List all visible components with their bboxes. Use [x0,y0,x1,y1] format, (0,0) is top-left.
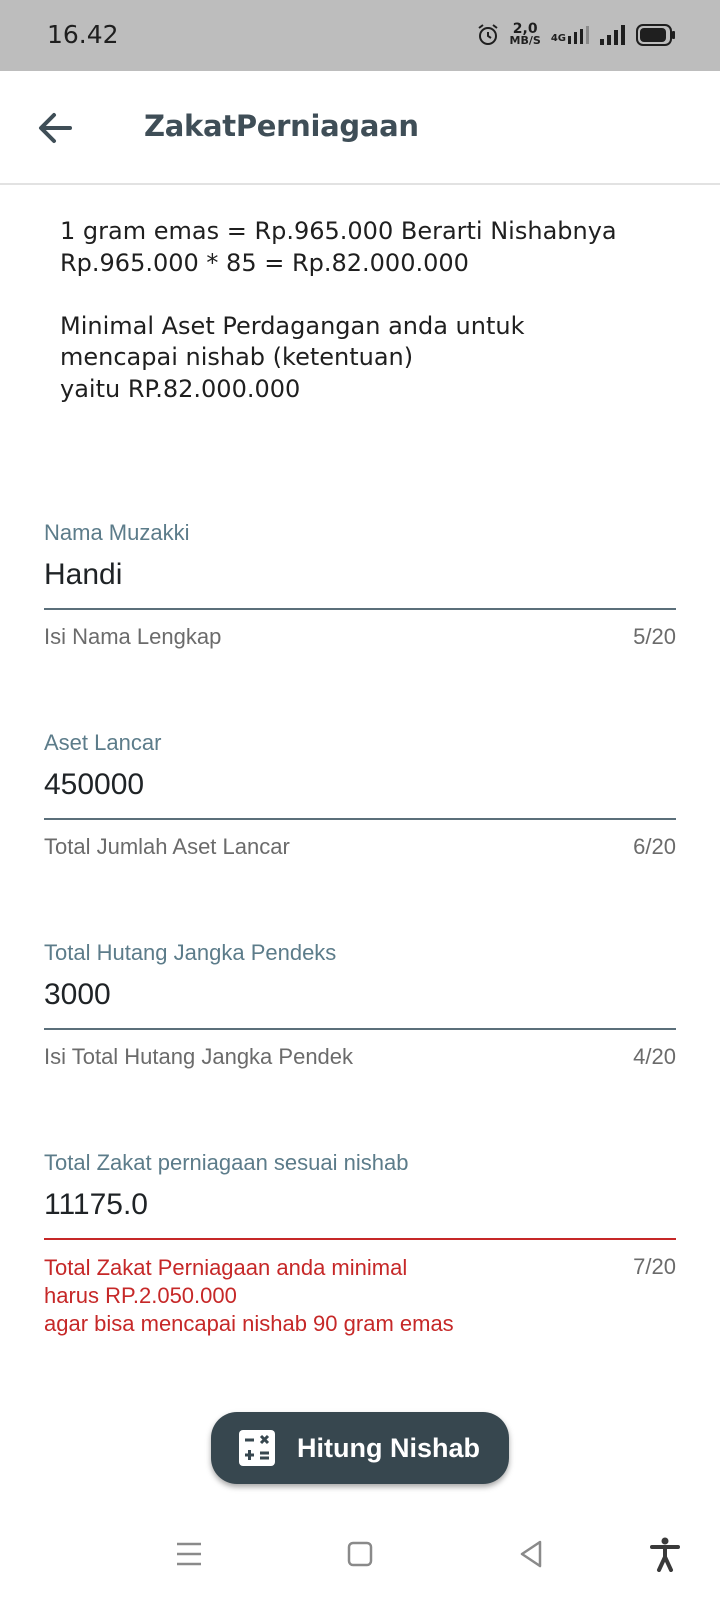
aset-lancar-field[interactable]: Aset Lancar 450000 Total Jumlah Aset Lan… [44,730,676,860]
total-zakat-input[interactable]: 11175.0 [44,1188,676,1228]
aset-lancar-input[interactable]: 450000 [44,768,676,808]
hitung-nishab-button[interactable]: Hitung Nishab [211,1412,509,1484]
alarm-icon [477,24,498,45]
home-icon[interactable] [342,1536,378,1572]
battery-icon [636,24,675,46]
input-underline [44,1028,676,1030]
network-type: 4G [550,33,566,44]
mobile-data-indicator: 4G [551,26,590,44]
field-label: Nama Muzakki [44,520,190,545]
system-navigation-bar [0,1510,720,1600]
nama-muzakki-input[interactable]: Handi [44,558,676,598]
scroll-content[interactable]: 85 gram emas. 1 gram emas = Rp.965.000 B… [0,185,720,1485]
helper-text: Total Jumlah Aset Lancar [44,834,290,859]
nishab-info-text: 85 gram emas. 1 gram emas = Rp.965.000 B… [60,217,617,403]
status-icons: 2,0 MB/S 4G [476,20,676,50]
calculator-icon [239,1430,275,1466]
field-label: Total Hutang Jangka Pendeks [44,940,337,965]
char-counter: 7/20 [633,1254,676,1279]
input-underline-error [44,1238,676,1240]
input-underline [44,608,676,610]
char-counter: 4/20 [633,1044,676,1069]
page-title: ZakatPerniagaan [144,109,419,143]
helper-text: Isi Nama Lengkap [44,624,222,649]
status-bar: 16.42 2,0 MB/S 4G [0,0,720,71]
status-time: 16.42 [47,20,119,49]
signal-bars-icon [568,26,589,44]
hutang-input[interactable]: 3000 [44,978,676,1018]
helper-text: Isi Total Hutang Jangka Pendek [44,1044,354,1069]
nama-muzakki-field[interactable]: Nama Muzakki Handi Isi Nama Lengkap 5/20 [44,520,676,650]
field-label: Aset Lancar [44,730,162,755]
back-triangle-icon[interactable] [514,1536,550,1572]
fab-label: Hitung Nishab [297,1432,480,1463]
char-counter: 6/20 [633,834,676,859]
menu-icon[interactable] [171,1536,207,1572]
signal-strength-icon [600,25,625,45]
char-counter: 5/20 [633,624,676,649]
field-label: Total Zakat perniagaan sesuai nishab [44,1150,409,1175]
total-zakat-field[interactable]: Total Zakat perniagaan sesuai nishab 111… [44,1150,676,1338]
error-text: Total Zakat Perniagaan anda minimal haru… [44,1255,454,1336]
accessibility-icon[interactable] [647,1536,683,1572]
speed-unit: MB/S [509,34,541,47]
back-arrow-icon[interactable] [32,105,78,151]
network-speed: 2,0 MB/S [509,22,541,47]
input-underline [44,818,676,820]
hutang-jangka-pendek-field[interactable]: Total Hutang Jangka Pendeks 3000 Isi Tot… [44,940,676,1070]
app-bar: ZakatPerniagaan [0,71,720,185]
